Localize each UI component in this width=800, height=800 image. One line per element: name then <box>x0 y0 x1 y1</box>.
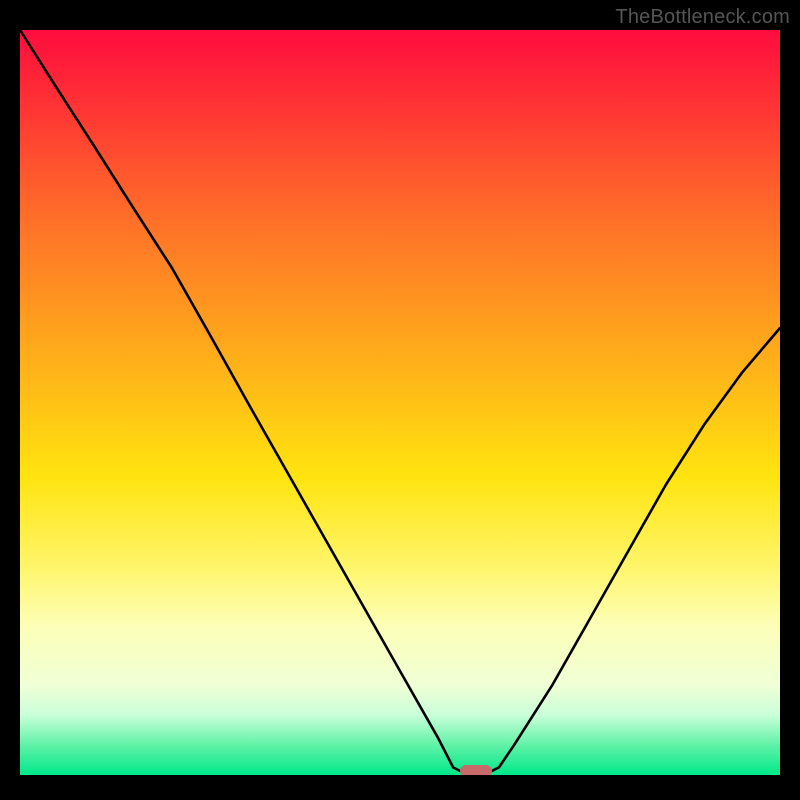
chart-frame: TheBottleneck.com <box>0 0 800 800</box>
optimal-point-marker <box>460 765 492 775</box>
plot-area <box>20 30 780 775</box>
bottleneck-curve <box>20 30 780 775</box>
watermark-text: TheBottleneck.com <box>615 6 790 29</box>
chart-svg <box>20 30 780 775</box>
